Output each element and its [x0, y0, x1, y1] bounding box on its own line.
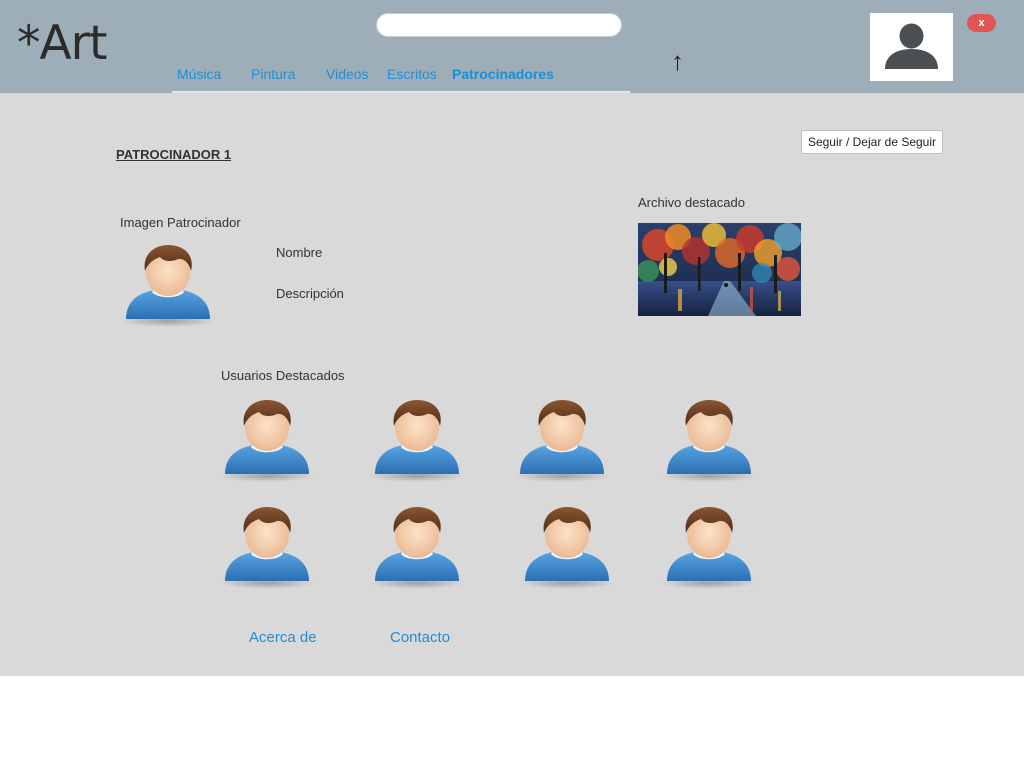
profile-avatar[interactable] [870, 13, 953, 81]
nav-pintura[interactable]: Pintura [251, 66, 295, 82]
footer-about-link[interactable]: Acerca de [249, 629, 317, 646]
featured-user-avatar[interactable] [369, 398, 465, 482]
sponsor-title: PATROCINADOR 1 [116, 147, 232, 162]
up-arrow-icon[interactable]: ↑ [671, 46, 684, 76]
nav-patrocinadores[interactable]: Patrocinadores [452, 66, 554, 82]
app-logo[interactable]: *Art [17, 18, 107, 70]
top-bar: *Art Música Pintura Videos Escritos Patr… [0, 0, 1024, 93]
featured-user-avatar[interactable] [519, 505, 615, 589]
nav-musica[interactable]: Música [177, 66, 221, 82]
nav-escritos[interactable]: Escritos [387, 66, 437, 82]
featured-file-label: Archivo destacado [638, 195, 745, 210]
footer-contact-link[interactable]: Contacto [390, 629, 450, 646]
sponsor-page: PATROCINADOR 1 Seguir / Dejar de Seguir … [0, 93, 1024, 676]
sponsor-name-label: Nombre [276, 245, 323, 260]
nav-videos[interactable]: Videos [326, 66, 369, 82]
featured-user-avatar[interactable] [514, 398, 610, 482]
search-input[interactable] [376, 13, 622, 37]
featured-user-avatar[interactable] [661, 505, 757, 589]
sponsor-image-label: Imagen Patrocinador [120, 215, 241, 230]
featured-users-label: Usuarios Destacados [221, 368, 345, 383]
follow-button[interactable]: Seguir / Dejar de Seguir [801, 130, 943, 154]
close-button[interactable]: x [967, 14, 996, 32]
sponsor-description-label: Descripción [276, 286, 344, 301]
featured-user-avatar[interactable] [661, 398, 757, 482]
user-silhouette-icon [885, 23, 938, 69]
featured-file-image[interactable] [638, 223, 801, 316]
featured-user-avatar[interactable] [219, 398, 315, 482]
sponsor-image [120, 245, 216, 327]
featured-user-avatar[interactable] [219, 505, 315, 589]
featured-user-avatar[interactable] [369, 505, 465, 589]
